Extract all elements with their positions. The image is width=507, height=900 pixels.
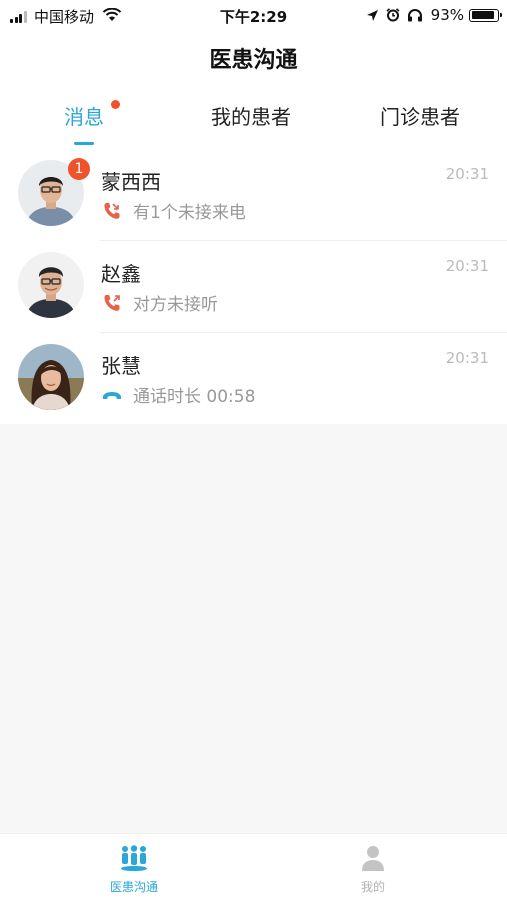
status-bar: 中国移动 下午2:29 93%	[0, 0, 507, 30]
battery-icon	[469, 8, 502, 22]
person-icon	[359, 846, 387, 876]
tab-messages[interactable]: 消息	[64, 101, 104, 130]
message-time: 20:31	[445, 165, 489, 183]
call-status: 有1个未接来电	[101, 198, 246, 223]
unread-dot	[111, 100, 120, 109]
conversation-row[interactable]: 赵鑫 20:31 对方未接听	[0, 240, 507, 332]
tabbar-label: 医患沟通	[109, 880, 158, 894]
message-time: 20:31	[445, 257, 489, 275]
tab-my-patients[interactable]: 我的患者	[211, 101, 291, 130]
call-status: 对方未接听	[101, 290, 218, 315]
conversation-row[interactable]: 张慧 20:31 通话时长 00:58	[0, 332, 507, 424]
tabbar-item-me[interactable]: 我的	[313, 844, 433, 895]
contact-name: 张慧	[101, 354, 141, 378]
page-title: 医患沟通	[209, 48, 298, 73]
contact-name: 赵鑫	[101, 262, 141, 286]
unanswered-call-icon	[101, 293, 123, 313]
conversation-list: 1 蒙西西 20:31 有1个未接来电 赵鑫 20:31 对方未接听 张慧 20…	[0, 148, 507, 424]
bottom-tab-bar: 医患沟通 我的	[0, 833, 507, 900]
status-right: 93%	[359, 6, 502, 24]
people-icon	[119, 845, 149, 876]
unread-badge: 1	[68, 158, 90, 180]
headphones-icon	[407, 8, 423, 22]
missed-call-icon	[101, 201, 123, 221]
alarm-icon	[386, 8, 400, 22]
battery-percent: 93%	[430, 6, 464, 24]
avatar	[18, 344, 84, 410]
segment-tabs: 消息 我的患者 门诊患者	[0, 86, 507, 148]
avatar	[18, 252, 84, 318]
active-tab-indicator	[74, 142, 94, 145]
message-time: 20:31	[445, 349, 489, 367]
call-status-text: 对方未接听	[133, 295, 218, 315]
tabbar-label: 我的	[360, 880, 385, 894]
tabbar-item-doctor-patient[interactable]: 医患沟通	[74, 844, 194, 895]
contact-name: 蒙西西	[101, 170, 161, 194]
nav-bar: 医患沟通	[0, 30, 507, 86]
call-status-text: 有1个未接来电	[133, 203, 246, 223]
tab-clinic-patients[interactable]: 门诊患者	[380, 101, 460, 130]
conversation-row[interactable]: 1 蒙西西 20:31 有1个未接来电	[0, 148, 507, 240]
call-ended-icon	[101, 385, 123, 405]
call-status: 通话时长 00:58	[101, 382, 255, 407]
call-status-text: 通话时长 00:58	[133, 387, 256, 407]
location-arrow-icon	[366, 9, 379, 22]
